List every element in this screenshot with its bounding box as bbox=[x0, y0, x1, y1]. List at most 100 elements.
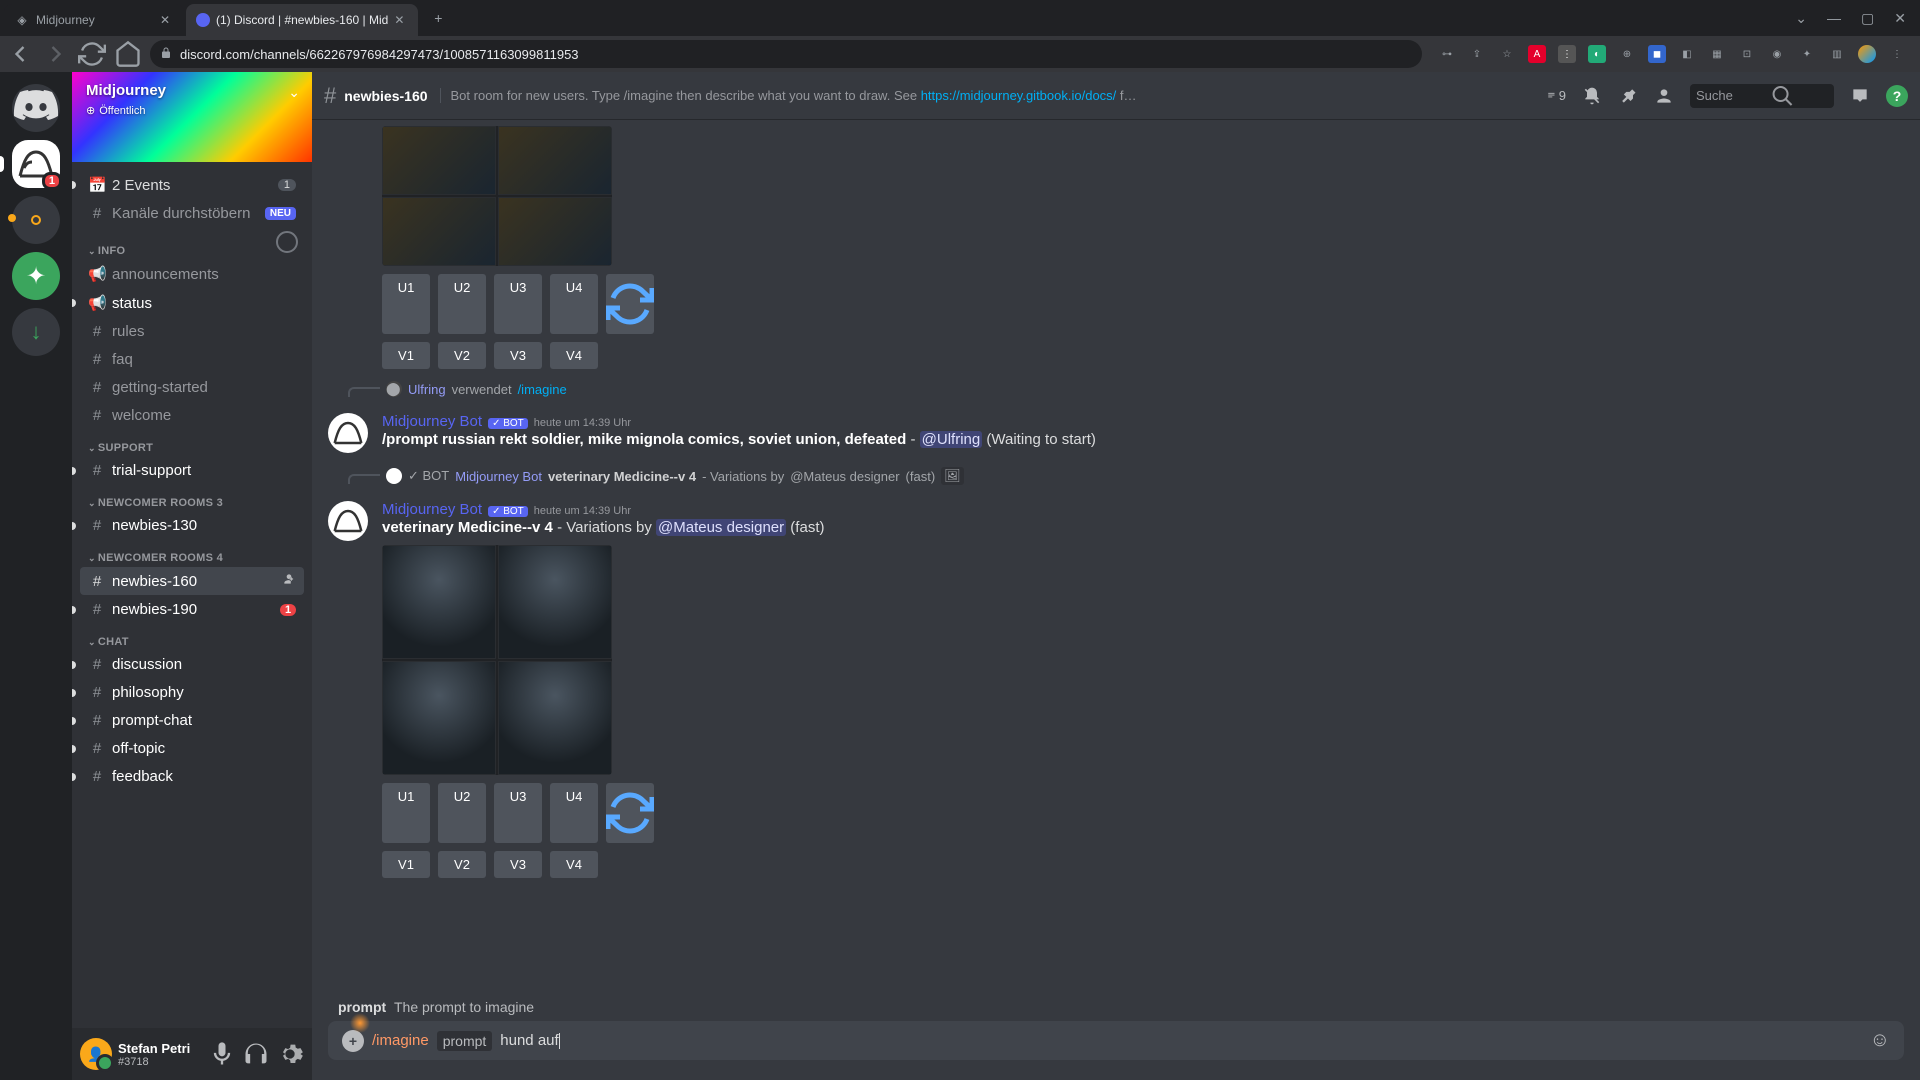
category-chat[interactable]: ⌄CHAT bbox=[72, 624, 312, 650]
reply-context[interactable]: ✓ BOT Midjourney Bot veterinary Medicine… bbox=[382, 467, 1904, 485]
server-item[interactable]: ✦ bbox=[12, 252, 60, 300]
u4-button[interactable]: U4 bbox=[550, 274, 598, 334]
tab-midjourney[interactable]: ◈ Midjourney ✕ bbox=[4, 4, 184, 36]
bot-avatar-icon[interactable] bbox=[328, 501, 368, 541]
settings-button[interactable] bbox=[276, 1040, 304, 1068]
channel-getting-started[interactable]: #getting-started bbox=[80, 374, 304, 401]
channel-trial-support[interactable]: #trial-support bbox=[80, 457, 304, 484]
pin-icon[interactable] bbox=[1618, 86, 1638, 106]
minimize-icon[interactable]: — bbox=[1827, 10, 1841, 27]
generated-image-grid[interactable] bbox=[382, 545, 612, 775]
server-item[interactable] bbox=[12, 196, 60, 244]
channel-philosophy[interactable]: #philosophy bbox=[80, 679, 304, 706]
reply-context[interactable]: ⬤ Ulfring verwendet /imagine bbox=[382, 381, 1904, 397]
puzzle-ext-icon[interactable]: ✦ bbox=[1798, 45, 1816, 63]
channel-prompt-chat[interactable]: #prompt-chat bbox=[80, 707, 304, 734]
deafen-button[interactable] bbox=[242, 1040, 270, 1068]
ext-icon[interactable]: ◼ bbox=[1648, 45, 1666, 63]
chevron-down-icon[interactable]: ⌄ bbox=[288, 84, 300, 101]
search-input[interactable]: Suche bbox=[1690, 84, 1834, 108]
channel-newbies-160[interactable]: #newbies-160 bbox=[80, 567, 304, 595]
channel-rules[interactable]: #rules bbox=[80, 318, 304, 345]
v3-button[interactable]: V3 bbox=[494, 342, 542, 369]
forward-button[interactable] bbox=[42, 40, 70, 68]
channel-announcements[interactable]: 📢announcements bbox=[80, 260, 304, 288]
ext-icon[interactable]: ◧ bbox=[1678, 45, 1696, 63]
v4-button[interactable]: V4 bbox=[550, 342, 598, 369]
profile-avatar-icon[interactable] bbox=[1858, 45, 1876, 63]
add-user-icon[interactable] bbox=[282, 572, 296, 590]
home-button[interactable] bbox=[114, 40, 142, 68]
download-apps-button[interactable]: ↓ bbox=[12, 308, 60, 356]
u3-button[interactable]: U3 bbox=[494, 274, 542, 334]
share-icon[interactable]: ⇪ bbox=[1468, 45, 1486, 63]
ext-icon[interactable]: ▦ bbox=[1708, 45, 1726, 63]
channel-discussion[interactable]: #discussion bbox=[80, 651, 304, 678]
v2-button[interactable]: V2 bbox=[438, 851, 486, 878]
generated-image-grid[interactable] bbox=[382, 126, 612, 266]
channel-newbies-190[interactable]: #newbies-1901 bbox=[80, 596, 304, 623]
u2-button[interactable]: U2 bbox=[438, 274, 486, 334]
category-newcomer-4[interactable]: ⌄NEWCOMER ROOMS 4 bbox=[72, 540, 312, 566]
server-header[interactable]: Midjourney ⊕Öffentlich ⌄ bbox=[72, 72, 312, 162]
v3-button[interactable]: V3 bbox=[494, 851, 542, 878]
channel-newbies-130[interactable]: #newbies-130 bbox=[80, 512, 304, 539]
channel-feedback[interactable]: #feedback bbox=[80, 763, 304, 790]
channel-welcome[interactable]: #welcome bbox=[80, 402, 304, 429]
bot-avatar-icon[interactable] bbox=[328, 413, 368, 453]
tab-discord[interactable]: (1) Discord | #newbies-160 | Mid ✕ bbox=[186, 4, 418, 36]
v4-button[interactable]: V4 bbox=[550, 851, 598, 878]
user-mention[interactable]: @Mateus designer bbox=[790, 469, 899, 484]
abp-ext-icon[interactable]: A bbox=[1528, 45, 1546, 63]
help-icon[interactable]: ? bbox=[1886, 85, 1908, 107]
user-mention[interactable]: @Mateus designer bbox=[656, 519, 786, 536]
reload-button[interactable] bbox=[78, 40, 106, 68]
message-author[interactable]: Midjourney Bot bbox=[382, 501, 482, 518]
channel-status[interactable]: 📢status bbox=[80, 289, 304, 317]
new-tab-button[interactable]: + bbox=[424, 4, 452, 32]
message-composer[interactable]: + /imagine prompt hund auf ☺ bbox=[328, 1021, 1904, 1060]
u2-button[interactable]: U2 bbox=[438, 783, 486, 843]
camera-ext-icon[interactable]: ◉ bbox=[1768, 45, 1786, 63]
star-icon[interactable]: ☆ bbox=[1498, 45, 1516, 63]
u3-button[interactable]: U3 bbox=[494, 783, 542, 843]
u1-button[interactable]: U1 bbox=[382, 274, 430, 334]
mute-mic-button[interactable] bbox=[208, 1040, 236, 1068]
ext-icon[interactable]: ⊡ bbox=[1738, 45, 1756, 63]
address-bar[interactable]: discord.com/channels/662267976984297473/… bbox=[150, 40, 1422, 68]
ext-icon[interactable]: ◐ bbox=[1588, 45, 1606, 63]
ext-icon[interactable]: ⋮ bbox=[1558, 45, 1576, 63]
reroll-button[interactable] bbox=[606, 274, 654, 334]
user-mention[interactable]: @Ulfring bbox=[920, 431, 983, 448]
category-newcomer-3[interactable]: ⌄NEWCOMER ROOMS 3 bbox=[72, 485, 312, 511]
emoji-picker-button[interactable]: ☺ bbox=[1870, 1029, 1890, 1052]
close-icon[interactable]: ✕ bbox=[394, 13, 408, 27]
notification-icon[interactable] bbox=[1582, 86, 1602, 106]
chevron-down-icon[interactable]: ⌄ bbox=[1795, 10, 1807, 27]
ext-icon[interactable]: ⊕ bbox=[1618, 45, 1636, 63]
server-midjourney[interactable]: 1 bbox=[12, 140, 60, 188]
events-row[interactable]: 📅 2 Events 1 bbox=[80, 171, 304, 199]
inbox-icon[interactable] bbox=[1850, 86, 1870, 106]
category-support[interactable]: ⌄SUPPORT bbox=[72, 430, 312, 456]
reroll-button[interactable] bbox=[606, 783, 654, 843]
menu-icon[interactable]: ⋮ bbox=[1888, 45, 1906, 63]
discord-home-button[interactable] bbox=[12, 84, 60, 132]
close-icon[interactable]: ✕ bbox=[160, 13, 174, 27]
message-author[interactable]: Midjourney Bot bbox=[382, 413, 482, 430]
maximize-icon[interactable]: ▢ bbox=[1861, 10, 1874, 27]
channel-off-topic[interactable]: #off-topic bbox=[80, 735, 304, 762]
key-icon[interactable]: ⊶ bbox=[1438, 45, 1456, 63]
panel-icon[interactable]: ▥ bbox=[1828, 45, 1846, 63]
close-window-icon[interactable]: ✕ bbox=[1894, 10, 1906, 27]
v1-button[interactable]: V1 bbox=[382, 342, 430, 369]
command-link[interactable]: /imagine bbox=[518, 382, 567, 397]
back-button[interactable] bbox=[6, 40, 34, 68]
u4-button[interactable]: U4 bbox=[550, 783, 598, 843]
threads-icon[interactable]: 9 bbox=[1546, 86, 1566, 106]
v2-button[interactable]: V2 bbox=[438, 342, 486, 369]
channel-faq[interactable]: #faq bbox=[80, 346, 304, 373]
user-name-block[interactable]: Stefan Petri #3718 bbox=[118, 1041, 202, 1068]
v1-button[interactable]: V1 bbox=[382, 851, 430, 878]
members-icon[interactable] bbox=[1654, 86, 1674, 106]
